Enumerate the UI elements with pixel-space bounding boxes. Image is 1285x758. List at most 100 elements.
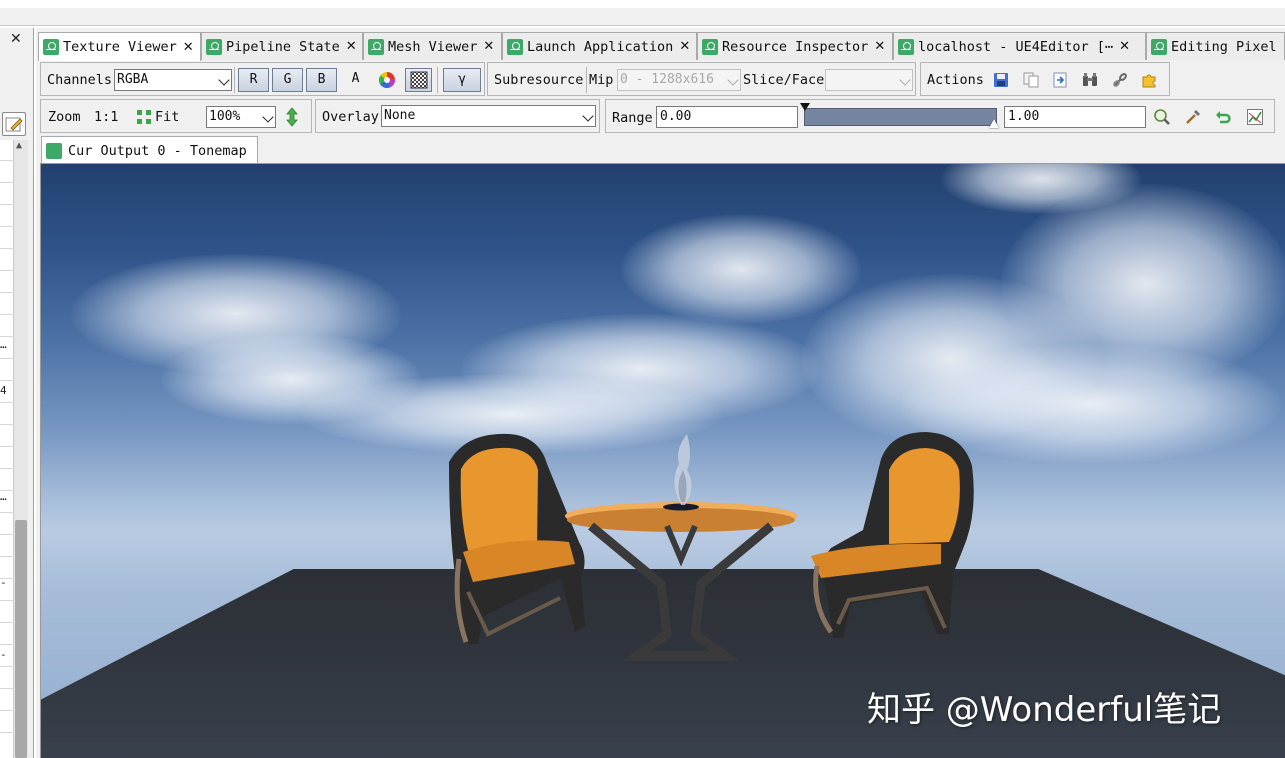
scene-objects — [449, 432, 974, 661]
chevron-down-icon — [727, 74, 739, 86]
range-group: Range 0.00 1.00 — [605, 99, 1275, 133]
tab-label: Launch Application — [527, 38, 674, 55]
tab-cur-output-tonemap[interactable]: Cur Output 0 - Tonemap — [41, 136, 258, 164]
reset-icon[interactable] — [1214, 108, 1232, 126]
panel-tab-icon — [702, 38, 718, 55]
fire-sculpture — [674, 434, 692, 505]
channels-label: Channels — [47, 72, 113, 88]
fit-button[interactable]: Fit — [155, 109, 179, 125]
tab-label: Texture Viewer — [63, 39, 177, 55]
channels-select[interactable]: RGBA — [114, 69, 232, 91]
table — [565, 502, 797, 661]
slice-face-select[interactable] — [825, 69, 913, 91]
mip-value: 0 - 1288x616 — [620, 72, 714, 87]
edit-icon[interactable] — [2, 112, 26, 136]
tab-localhost-ue4editor[interactable]: localhost - UE4Editor [⋯ ✕ — [893, 32, 1146, 60]
gamma-toggle[interactable]: γ — [443, 68, 481, 92]
list-item-glyph: - — [0, 576, 7, 589]
range-white-point-handle[interactable] — [989, 119, 999, 128]
channels-value: RGBA — [117, 72, 149, 87]
copy-icon[interactable] — [1022, 71, 1040, 89]
colour-wheel-icon[interactable] — [378, 71, 396, 89]
save-icon[interactable] — [992, 71, 1010, 89]
panel-tab-icon — [507, 38, 523, 55]
divider — [234, 67, 235, 93]
tab-resource-inspector[interactable]: Resource Inspector ✕ — [697, 32, 893, 60]
mip-label: Mip — [589, 72, 614, 88]
alpha-channel-toggle[interactable]: A — [340, 68, 371, 92]
list-item-glyph: 4 — [0, 384, 7, 397]
panel-tab-icon — [898, 38, 914, 55]
range-black-point-handle[interactable] — [800, 103, 810, 111]
flip-icon[interactable] — [283, 107, 301, 127]
panel-tab-icon — [206, 38, 222, 55]
channels-group: Channels RGBA R G B A γ — [40, 62, 485, 96]
divider — [586, 67, 587, 93]
panel-close-icon[interactable]: ✕ — [10, 31, 22, 47]
overlay-select[interactable]: None — [381, 105, 596, 127]
close-icon[interactable]: ✕ — [483, 39, 494, 54]
actions-label: Actions — [927, 72, 984, 88]
tab-label: Editing Pixel — [1171, 38, 1277, 55]
list-item-glyph: - — [0, 648, 7, 661]
checkerboard-icon[interactable] — [405, 68, 432, 92]
menu-strip — [0, 8, 1285, 26]
divider — [437, 67, 438, 93]
zoom-overlay-range-toolbar: Zoom 1:1 Fit 100% Overlay None Range 0.0… — [36, 99, 1285, 135]
close-icon[interactable]: ✕ — [346, 39, 357, 54]
tab-editing-pixel[interactable]: Editing Pixel — [1146, 32, 1285, 60]
zoom-value: 100% — [209, 109, 241, 124]
main-area: Texture Viewer ✕ Pipeline State ✕ Mesh V… — [36, 28, 1285, 758]
tab-pipeline-state[interactable]: Pipeline State ✕ — [201, 32, 363, 60]
link-icon[interactable] — [1111, 71, 1129, 89]
watermark-text: 知乎 @Wonderful笔记 — [867, 690, 1222, 730]
overlay-group: Overlay None — [315, 99, 600, 133]
zoom-range-icon[interactable] — [1153, 108, 1171, 126]
list-item-glyph: … — [0, 338, 7, 351]
close-icon[interactable]: ✕ — [183, 40, 194, 55]
close-icon[interactable]: ✕ — [874, 39, 885, 54]
puzzle-icon[interactable] — [1140, 71, 1158, 89]
subresource-group: Subresource Mip 0 - 1288x616 Slice/Face — [487, 62, 916, 96]
green-channel-toggle[interactable]: G — [272, 68, 303, 92]
panel-tab-icon — [368, 38, 384, 55]
channels-toolbar: Channels RGBA R G B A γ Subresource Mip … — [36, 62, 1285, 98]
close-icon[interactable]: ✕ — [679, 39, 690, 54]
list-item-glyph: … — [0, 490, 7, 503]
tab-label: Resource Inspector — [722, 38, 869, 55]
tab-mesh-viewer[interactable]: Mesh Viewer ✕ — [363, 32, 502, 60]
range-max-input[interactable]: 1.00 — [1004, 106, 1146, 128]
close-icon[interactable]: ✕ — [1119, 39, 1130, 54]
right-chair — [811, 432, 974, 638]
tab-label: localhost - UE4Editor [⋯ — [918, 38, 1114, 55]
panel-tab-icon — [43, 39, 59, 55]
panel-tab-icon — [46, 142, 62, 159]
range-min-input[interactable]: 0.00 — [656, 106, 798, 128]
zoom-select[interactable]: 100% — [206, 106, 276, 128]
chevron-down-icon — [218, 74, 230, 86]
chevron-down-icon — [582, 110, 594, 122]
slice-face-label: Slice/Face — [743, 72, 825, 88]
open-external-icon[interactable] — [1051, 71, 1069, 89]
zoom-group: Zoom 1:1 Fit 100% — [40, 99, 312, 133]
histogram-icon[interactable] — [1246, 108, 1264, 126]
pick-icon[interactable] — [1184, 108, 1202, 126]
document-tab-label: Cur Output 0 - Tonemap — [68, 142, 247, 159]
zoom-label: Zoom — [48, 109, 81, 125]
mip-select[interactable]: 0 - 1288x616 — [617, 69, 741, 91]
binoculars-icon[interactable] — [1081, 71, 1099, 89]
blue-channel-toggle[interactable]: B — [306, 68, 337, 92]
texture-viewport[interactable]: 知乎 @Wonderful笔记 — [40, 163, 1285, 758]
event-list[interactable]: … 4 … - - — [0, 140, 14, 758]
left-chair — [449, 433, 585, 644]
range-histogram-slider[interactable] — [800, 103, 999, 128]
tab-texture-viewer[interactable]: Texture Viewer ✕ — [38, 32, 201, 61]
red-channel-toggle[interactable]: R — [238, 68, 269, 92]
vertical-scrollbar[interactable]: ▲ — [14, 140, 28, 758]
zoom-1to1-button[interactable]: 1:1 — [94, 109, 118, 125]
tab-launch-application[interactable]: Launch Application ✕ — [502, 32, 697, 60]
fit-icon[interactable] — [135, 108, 153, 126]
scroll-up-icon[interactable]: ▲ — [16, 140, 22, 151]
overlay-label: Overlay — [322, 109, 379, 125]
scrollbar-thumb[interactable] — [15, 520, 27, 758]
